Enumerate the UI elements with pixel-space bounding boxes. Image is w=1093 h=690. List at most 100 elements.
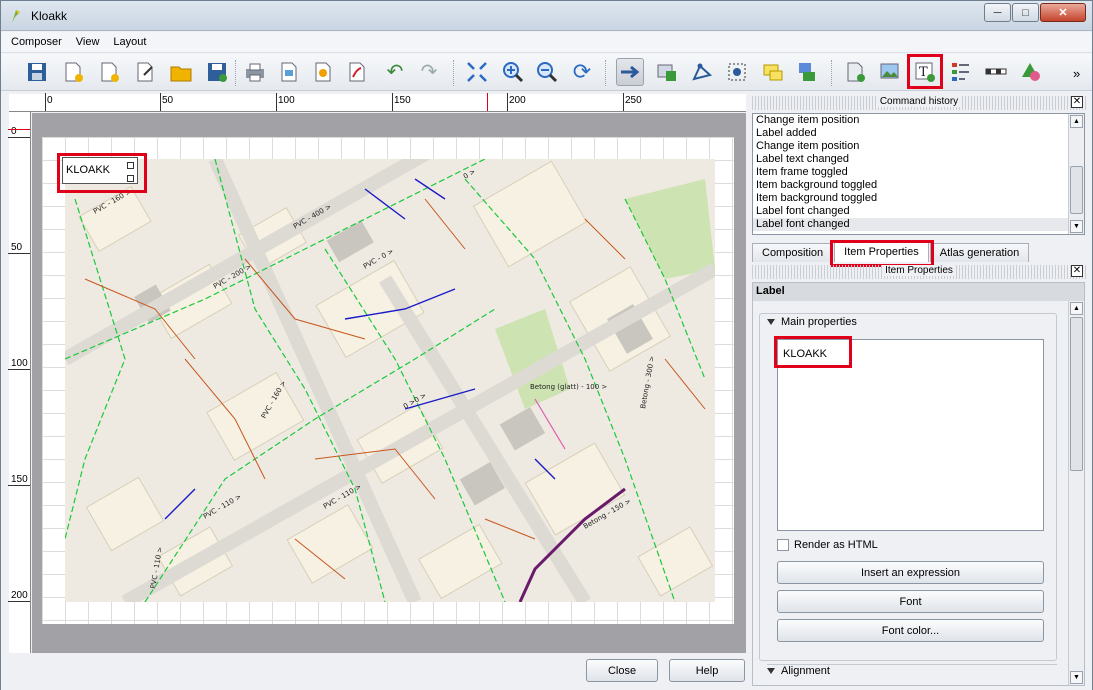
- ruler-label: 50: [11, 242, 23, 253]
- save-template-icon[interactable]: [203, 58, 231, 86]
- history-item[interactable]: Change item position: [753, 140, 1084, 153]
- highlight-label-text: [774, 336, 852, 368]
- history-scrollbar[interactable]: ▲ ▼: [1068, 114, 1084, 234]
- new-composer-icon[interactable]: [59, 58, 87, 86]
- ruler-label: 50: [162, 95, 174, 106]
- history-item[interactable]: Change item position: [753, 114, 1084, 127]
- main-properties-header[interactable]: Main properties: [767, 316, 857, 328]
- add-shape-icon[interactable]: [1017, 58, 1045, 86]
- duplicate-composer-icon[interactable]: [95, 58, 123, 86]
- item-properties-header: Item Properties: [752, 265, 1086, 279]
- scroll-up-icon[interactable]: ▲: [1070, 302, 1083, 315]
- toolbar-overflow-icon[interactable]: »: [1073, 66, 1080, 81]
- redo-icon[interactable]: ↷: [415, 58, 443, 86]
- composer-manager-icon[interactable]: [131, 58, 159, 86]
- scroll-up-icon[interactable]: ▲: [1070, 115, 1083, 128]
- export-pdf-icon[interactable]: [343, 58, 371, 86]
- zoom-out-icon[interactable]: [533, 58, 561, 86]
- svg-text:PVC - 110 >: PVC - 110 >: [202, 493, 243, 521]
- refresh-icon[interactable]: ⟳: [568, 58, 596, 86]
- insert-expression-button[interactable]: Insert an expression: [777, 561, 1044, 584]
- main-properties-label: Main properties: [781, 316, 857, 328]
- highlight-map-label: [57, 153, 147, 193]
- toolbar-separator: [235, 60, 237, 86]
- history-item[interactable]: Label font changed: [753, 205, 1084, 218]
- history-item[interactable]: Item background toggled: [753, 192, 1084, 205]
- history-item[interactable]: Label added: [753, 127, 1084, 140]
- scroll-down-icon[interactable]: ▼: [1070, 220, 1083, 233]
- close-button[interactable]: Close: [586, 659, 658, 682]
- map-item[interactable]: PVC - 160 > PVC - 200 > PVC - 400 > PVC …: [65, 159, 715, 602]
- open-template-icon[interactable]: [167, 58, 195, 86]
- edit-nodes-icon[interactable]: [688, 58, 716, 86]
- maximize-button[interactable]: □: [1012, 3, 1039, 22]
- export-svg-icon[interactable]: [309, 58, 337, 86]
- select-icon[interactable]: [723, 58, 751, 86]
- zoom-full-icon[interactable]: [463, 58, 491, 86]
- tab-atlas-generation[interactable]: Atlas generation: [929, 243, 1030, 262]
- scroll-down-icon[interactable]: ▼: [1070, 671, 1083, 684]
- toolbar-separator: [831, 60, 833, 86]
- menu-bar: Composer View Layout: [1, 32, 1092, 53]
- properties-scrollbar[interactable]: ▲ ▼: [1068, 301, 1084, 685]
- move-content-icon[interactable]: [653, 58, 681, 86]
- help-button[interactable]: Help: [669, 659, 745, 682]
- command-history-title: Command history: [876, 96, 962, 107]
- add-image-icon[interactable]: [876, 58, 904, 86]
- alignment-label: Alignment: [781, 665, 830, 677]
- save-icon[interactable]: [23, 58, 51, 86]
- font-color-button[interactable]: Font color...: [777, 619, 1044, 642]
- ruler-label: 100: [278, 95, 295, 106]
- menu-view[interactable]: View: [76, 36, 100, 48]
- svg-text:Betong - 300 >: Betong - 300 >: [639, 355, 656, 409]
- highlight-item-properties-tab: [830, 240, 934, 267]
- add-scalebar-icon[interactable]: [982, 58, 1010, 86]
- highlight-add-label: [907, 54, 943, 89]
- ruler-label: 0: [11, 126, 17, 137]
- history-item[interactable]: Item background toggled: [753, 179, 1084, 192]
- ruler-label: 250: [625, 95, 642, 106]
- close-history-icon[interactable]: ✕: [1071, 96, 1083, 108]
- history-item[interactable]: Label text changed: [753, 153, 1084, 166]
- history-item[interactable]: Label font changed: [753, 218, 1084, 231]
- close-window-button[interactable]: ✕: [1040, 3, 1086, 22]
- composer-window: Kloakk ─ □ ✕ Composer View Layout ↶ ↷ ⟳: [0, 0, 1093, 690]
- history-item[interactable]: Item frame toggled: [753, 166, 1084, 179]
- scroll-thumb[interactable]: [1070, 317, 1083, 471]
- add-map-icon[interactable]: [841, 58, 869, 86]
- collapse-triangle-icon[interactable]: [767, 668, 775, 674]
- select-move-icon[interactable]: [616, 58, 644, 86]
- qgis-app-icon: [12, 10, 20, 23]
- ruler-label: 0: [47, 95, 53, 106]
- raise-icon[interactable]: [793, 58, 821, 86]
- collapse-triangle-icon[interactable]: [767, 319, 775, 325]
- toolbar-separator: [453, 60, 455, 86]
- close-properties-icon[interactable]: ✕: [1071, 265, 1083, 277]
- export-image-icon[interactable]: [275, 58, 303, 86]
- print-icon[interactable]: [241, 58, 269, 86]
- minimize-button[interactable]: ─: [984, 3, 1011, 22]
- ruler-label: 100: [11, 358, 28, 369]
- scroll-thumb[interactable]: [1070, 166, 1083, 214]
- font-button[interactable]: Font: [777, 590, 1044, 613]
- add-legend-icon[interactable]: [947, 58, 975, 86]
- undo-icon[interactable]: ↶: [381, 58, 409, 86]
- menu-layout[interactable]: Layout: [113, 36, 146, 48]
- group-icon[interactable]: [759, 58, 787, 86]
- window-controls: ─ □ ✕: [983, 3, 1086, 23]
- window-title: Kloakk: [31, 9, 68, 23]
- sewer-network-map: PVC - 160 > PVC - 200 > PVC - 400 > PVC …: [65, 159, 715, 602]
- svg-text:Betong (glatt) - 100 >: Betong (glatt) - 100 >: [530, 383, 607, 391]
- vertical-ruler: 0 50 100 150 200: [8, 112, 31, 653]
- alignment-group-header[interactable]: Alignment: [767, 664, 1057, 677]
- menu-composer[interactable]: Composer: [11, 36, 62, 48]
- render-html-checkbox[interactable]: [777, 539, 789, 551]
- command-history-list[interactable]: Change item position Label added Change it…: [752, 113, 1085, 235]
- composer-toolbar: ↶ ↷ ⟳ T »: [1, 54, 1092, 91]
- tab-composition[interactable]: Composition: [752, 243, 834, 262]
- ruler-label: 150: [11, 474, 28, 485]
- render-html-label: Render as HTML: [794, 539, 878, 551]
- ruler-label: 150: [394, 95, 411, 106]
- zoom-in-icon[interactable]: [499, 58, 527, 86]
- toolbar-separator: [605, 60, 607, 86]
